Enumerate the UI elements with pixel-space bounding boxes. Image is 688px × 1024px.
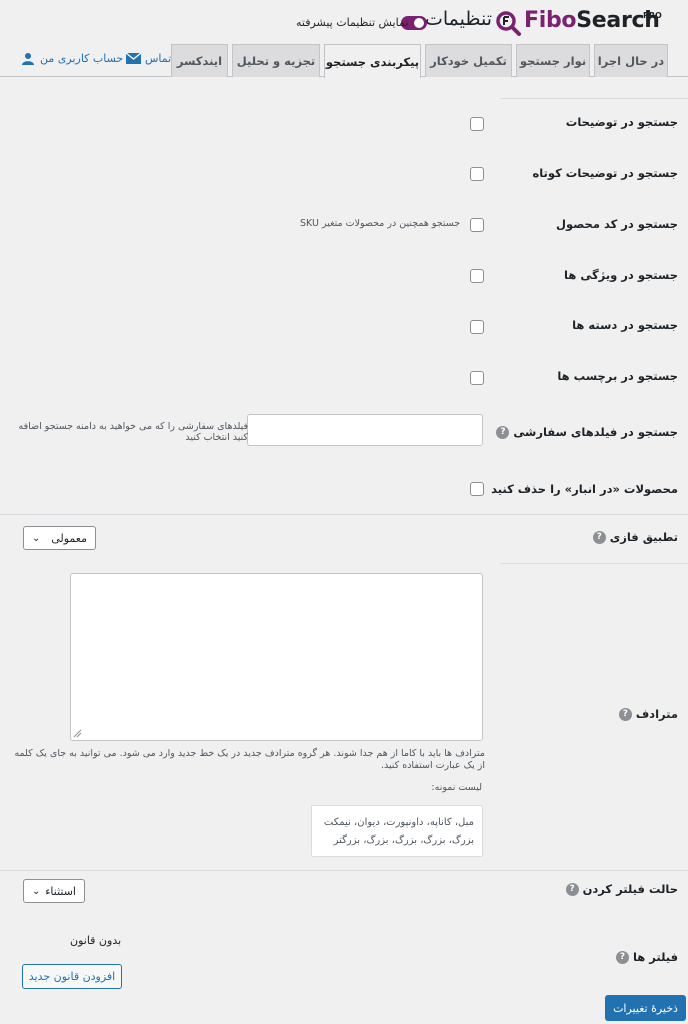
synonyms-textarea[interactable] bbox=[70, 573, 483, 741]
fuzzy-select-value: معمولی bbox=[51, 531, 87, 545]
filter-mode-select[interactable]: ⌄ استثناء bbox=[23, 879, 85, 903]
resize-handle-icon[interactable] bbox=[73, 729, 82, 738]
tab-autocomplete[interactable]: تکمیل خودکار bbox=[425, 44, 512, 77]
search-attributes-label: جستجو در ویژگی ها bbox=[564, 268, 678, 282]
exclude-out-of-stock-label: محصولات «در انبار» را حذف کنید bbox=[491, 482, 678, 496]
example-line: مبل، کاناپه، داونپورت، دیوان، نیمکت bbox=[323, 817, 474, 828]
no-rules-text: بدون قانون bbox=[70, 934, 122, 947]
page-title: تنظیمات bbox=[425, 8, 493, 30]
example-list-box: مبل، کاناپه، داونپورت، دیوان، نیمکت بزرگ… bbox=[311, 805, 483, 857]
advanced-settings-label: نمایش تنظیمات پیشرفته bbox=[296, 16, 409, 29]
custom-fields-label: جستجو در فیلدهای سفارشی bbox=[513, 425, 678, 439]
help-icon[interactable]: ? bbox=[615, 950, 629, 964]
search-tags-label: جستجو در برچسب ها bbox=[557, 369, 678, 383]
pro-badge: PRO bbox=[643, 11, 662, 20]
synonyms-label: مترادف bbox=[635, 707, 678, 721]
help-icon[interactable]: ? bbox=[618, 707, 632, 721]
help-icon[interactable]: ? bbox=[496, 425, 510, 439]
search-short-desc-label: جستجو در توضیحات کوتاه bbox=[532, 166, 678, 180]
fuzzy-select[interactable]: ⌄ معمولی bbox=[23, 526, 96, 550]
custom-fields-row-label: جستجو در فیلدهای سفارشی ? bbox=[496, 425, 678, 439]
tab-indexer[interactable]: ایندکسر bbox=[171, 44, 228, 77]
tab-running[interactable]: در حال اجرا bbox=[594, 44, 668, 77]
user-icon bbox=[22, 53, 34, 65]
fuzzy-label: تطبیق فازی bbox=[609, 530, 678, 544]
search-attributes-checkbox[interactable] bbox=[470, 269, 484, 283]
search-categories-checkbox[interactable] bbox=[470, 320, 484, 334]
search-desc-checkbox[interactable] bbox=[470, 117, 484, 131]
filters-row-label: فیلتر ها ? bbox=[615, 950, 678, 964]
fuzzy-row-label: تطبیق فازی ? bbox=[592, 530, 678, 544]
section-divider bbox=[500, 563, 688, 564]
example-line: بزرگ، بزرگ، بزرگ، بزرگ، بزرگتر bbox=[333, 835, 474, 846]
tab-analytics[interactable]: تجزیه و تحلیل bbox=[232, 44, 320, 77]
synonyms-row-label: مترادف ? bbox=[618, 707, 678, 721]
search-short-desc-checkbox[interactable] bbox=[470, 167, 484, 181]
search-desc-label: جستجو در توضیحات bbox=[565, 115, 678, 129]
add-rule-button[interactable]: افزودن قانون جدید bbox=[22, 964, 122, 989]
synonyms-help-text: مترادف ها باید با کاما از هم جدا شوند. ه… bbox=[14, 748, 485, 771]
filter-mode-label: حالت فیلتر کردن bbox=[582, 882, 678, 896]
fibosearch-logo-icon bbox=[496, 11, 521, 36]
filter-mode-value: استثناء bbox=[45, 884, 76, 898]
custom-fields-select[interactable] bbox=[247, 414, 483, 446]
chevron-down-icon: ⌄ bbox=[32, 885, 41, 897]
section-divider bbox=[0, 870, 688, 871]
save-changes-button[interactable]: ذخیرهٔ تغییرات bbox=[605, 995, 686, 1021]
sku-variants-label: جستجو همچنین در محصولات متغیر SKU bbox=[300, 218, 461, 229]
search-sku-label: جستجو در کد محصول bbox=[556, 217, 678, 231]
filter-mode-row-label: حالت فیلتر کردن ? bbox=[565, 882, 678, 896]
envelope-icon bbox=[126, 53, 141, 64]
section-divider bbox=[500, 98, 688, 99]
help-icon[interactable]: ? bbox=[592, 530, 606, 544]
filters-label: فیلتر ها bbox=[632, 950, 678, 964]
section-divider bbox=[0, 514, 688, 515]
my-account-label: حساب کاربری من bbox=[40, 52, 124, 65]
search-sku-checkbox[interactable] bbox=[470, 218, 484, 232]
exclude-out-of-stock-checkbox[interactable] bbox=[470, 482, 484, 496]
tab-search-config[interactable]: پیکربندی جستجو bbox=[324, 44, 421, 78]
tab-search-bar[interactable]: نوار جستجو bbox=[516, 44, 590, 77]
brand-name: FiboSearch bbox=[524, 8, 660, 33]
example-list-title: لیست نمونه: bbox=[431, 782, 482, 793]
search-categories-label: جستجو در دسته ها bbox=[572, 318, 678, 332]
search-tags-checkbox[interactable] bbox=[470, 371, 484, 385]
contact-label: تماس bbox=[145, 52, 172, 65]
contact-link[interactable]: تماس bbox=[126, 52, 171, 65]
my-account-link[interactable]: حساب کاربری من bbox=[22, 52, 123, 65]
help-icon[interactable]: ? bbox=[565, 882, 579, 896]
custom-fields-placeholder: فیلدهای سفارشی را که می خواهید به دامنه … bbox=[18, 421, 248, 443]
chevron-down-icon: ⌄ bbox=[32, 532, 41, 544]
